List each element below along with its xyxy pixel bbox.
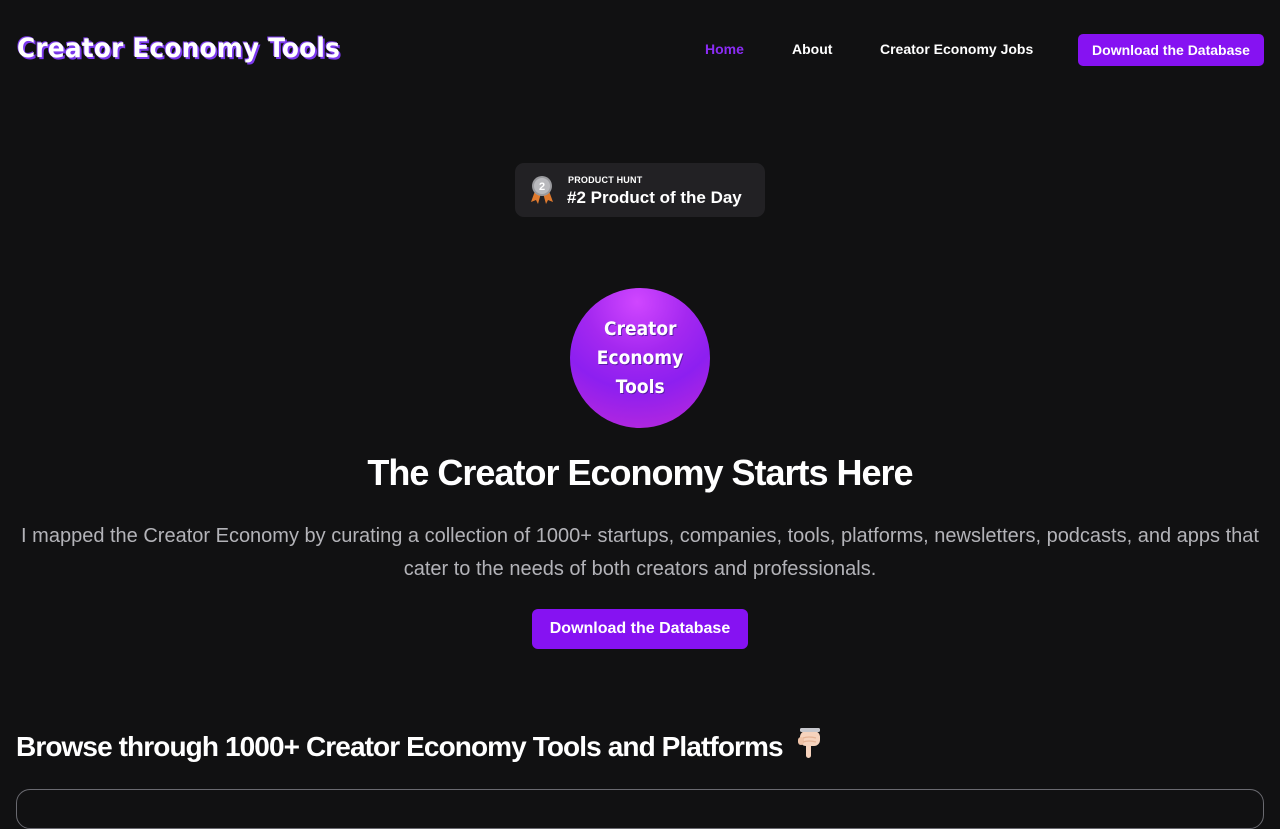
- product-of-the-day-label: #2 Product of the Day: [567, 188, 742, 207]
- medal-icon: 2: [531, 176, 553, 204]
- nav-link-home[interactable]: Home: [705, 41, 744, 57]
- nav-link-about[interactable]: About: [792, 41, 832, 57]
- site-logo[interactable]: Creator Economy Tools: [17, 33, 340, 64]
- download-database-hero-button[interactable]: Download the Database: [532, 609, 748, 649]
- browse-section-title: Browse through 1000+ Creator Economy Too…: [16, 728, 824, 763]
- hero-description: I mapped the Creator Economy by curating…: [21, 525, 1259, 580]
- download-database-nav-button[interactable]: Download the Database: [1078, 34, 1264, 66]
- hero-title: The Creator Economy Starts Here: [367, 452, 913, 493]
- product-hunt-label: PRODUCT HUNT: [568, 175, 643, 185]
- hero-logo-line-1: Creator: [603, 317, 677, 340]
- nav-link-jobs[interactable]: Creator Economy Jobs: [880, 41, 1033, 57]
- tools-search-box[interactable]: [16, 789, 1264, 829]
- pointing-down-hand-icon: [797, 728, 820, 758]
- hero-logo-line-2: Economy: [596, 346, 684, 369]
- hero-logo-circle: Creator Economy Tools: [570, 288, 710, 428]
- browse-title-text: Browse through 1000+ Creator Economy Too…: [16, 731, 784, 762]
- product-hunt-badge[interactable]: 2 PRODUCT HUNT #2 Product of the Day: [515, 163, 765, 217]
- medal-number: 2: [539, 181, 545, 193]
- hero-logo-line-3: Tools: [615, 375, 665, 398]
- top-navigation: Creator Economy Tools Home About Creator…: [0, 0, 1280, 100]
